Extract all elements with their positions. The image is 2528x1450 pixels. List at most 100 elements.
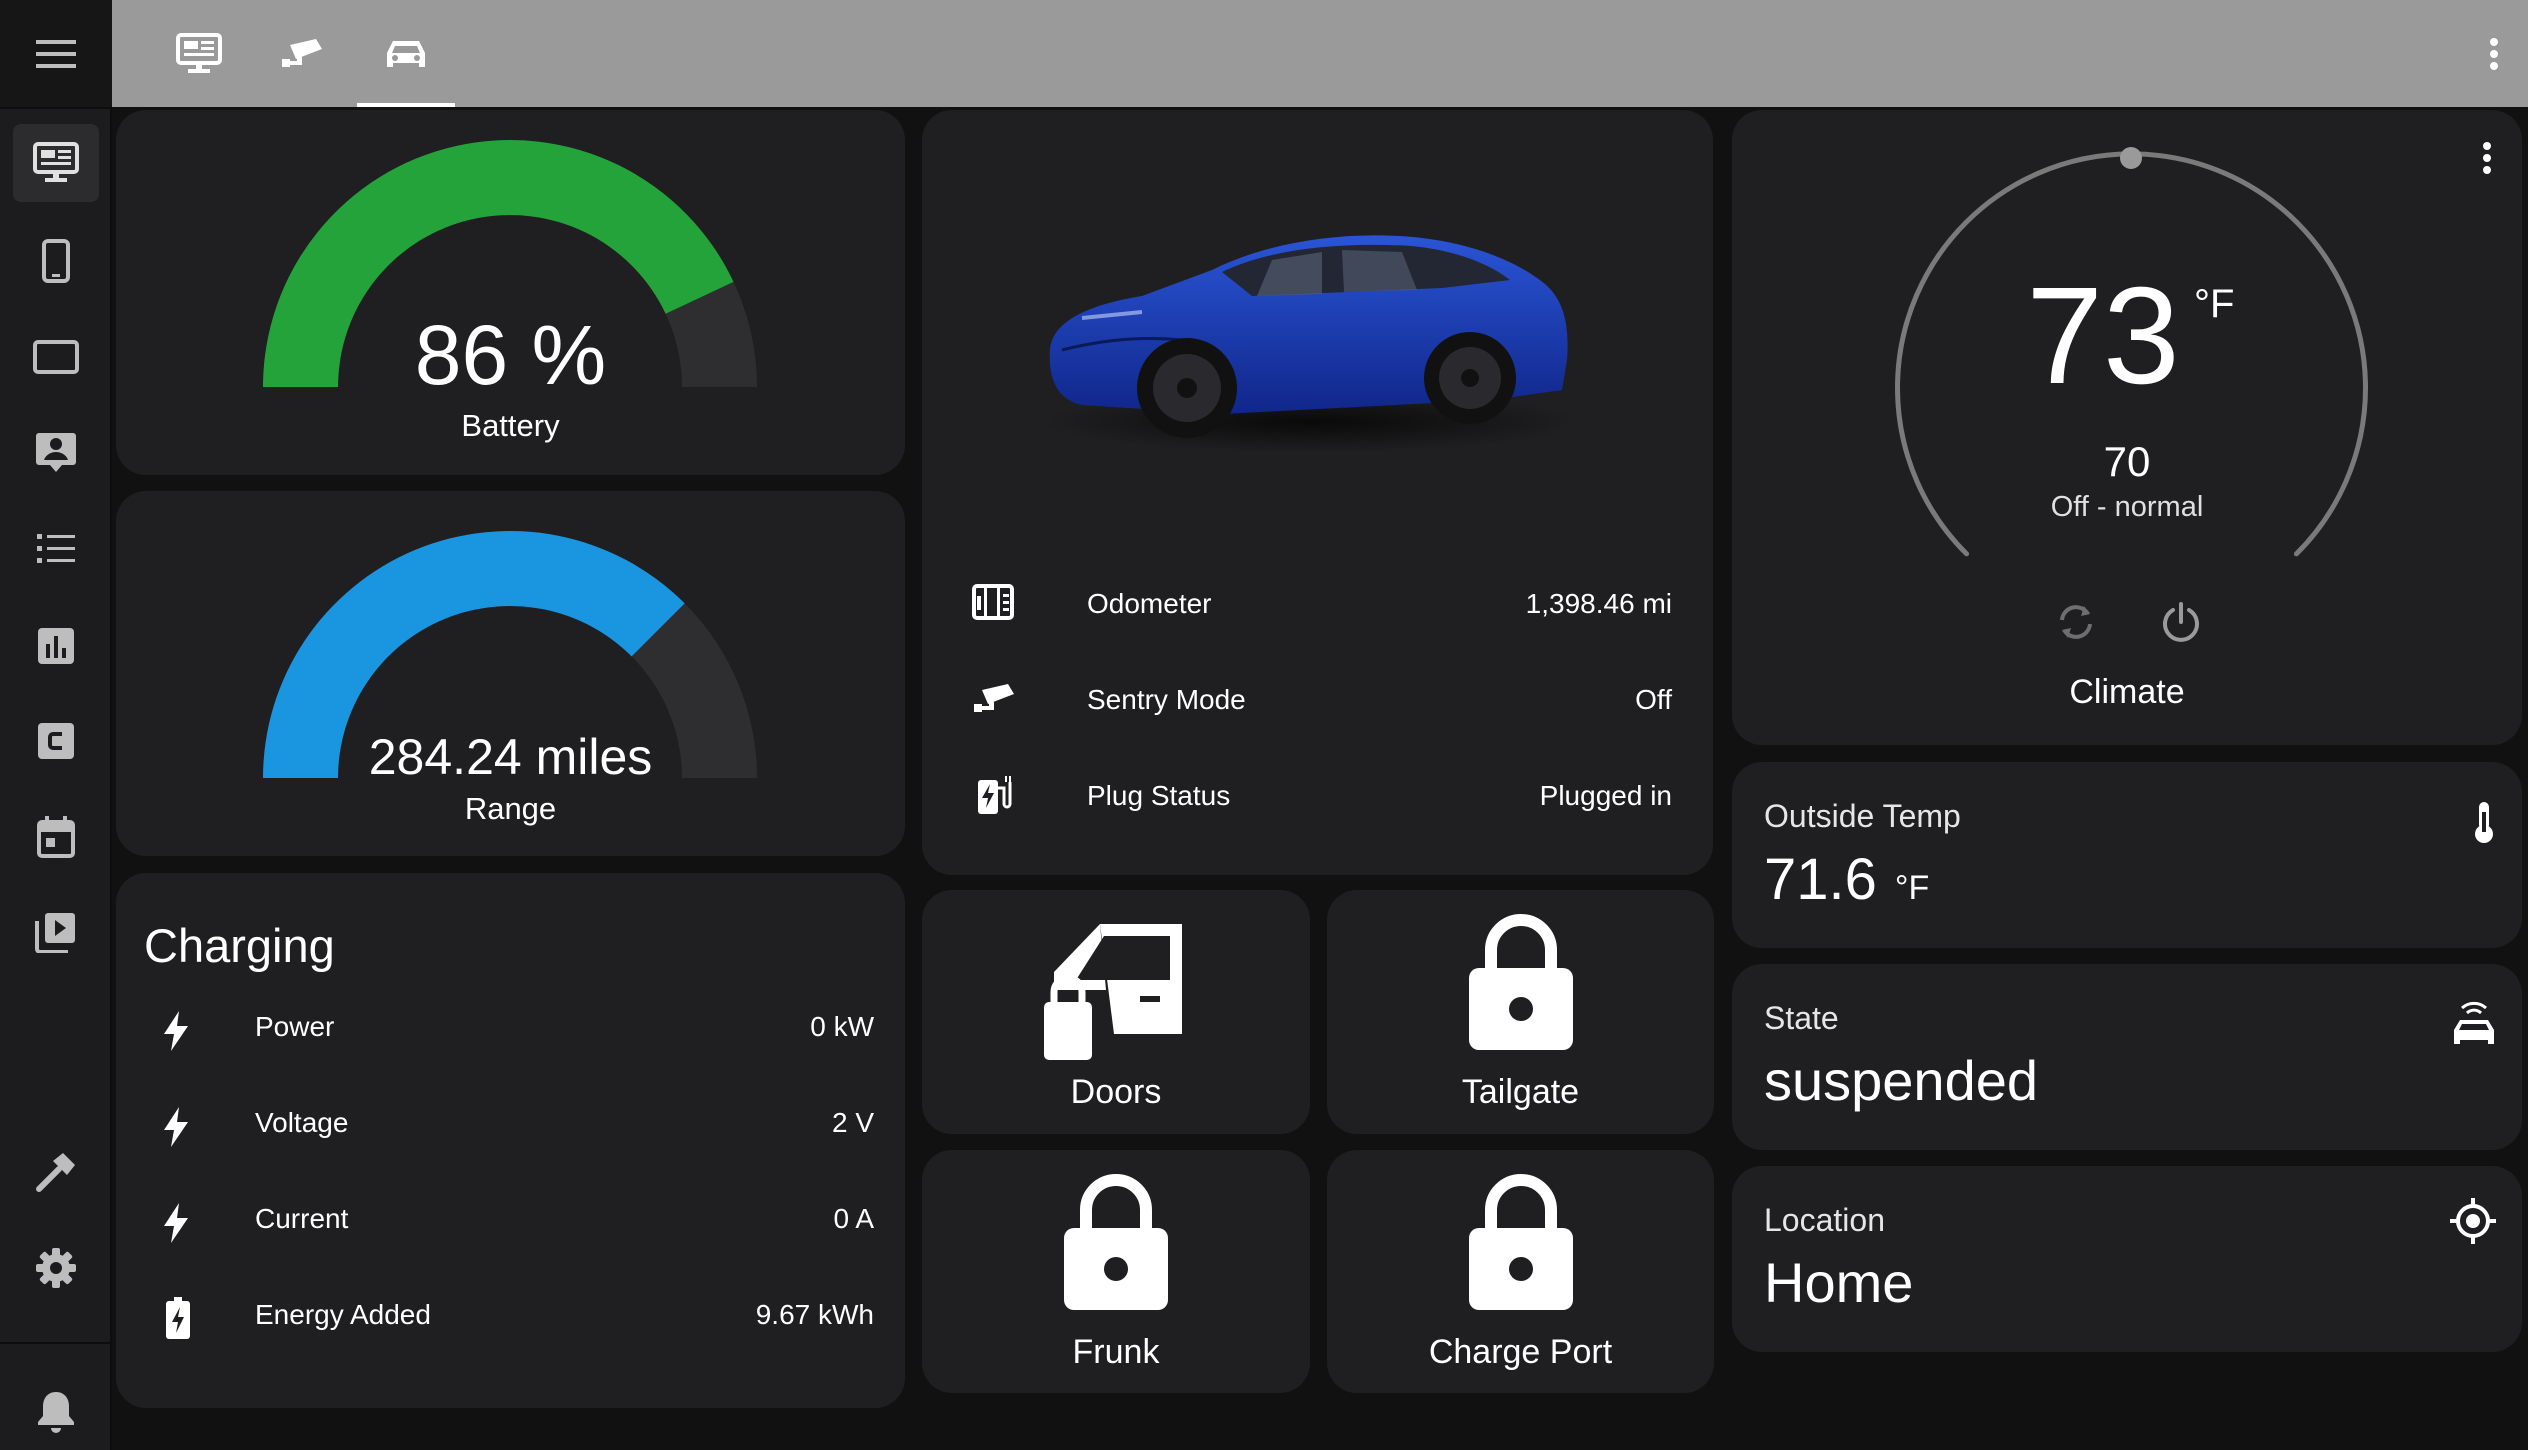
car-row-value: 1,398.46 mi [1525, 588, 1672, 619]
tile-label: Doors [1070, 1073, 1162, 1111]
charging-row-energy-added[interactable]: Energy Added 9.67 kWh [144, 1291, 874, 1341]
sidebar-divider [0, 107, 112, 109]
sensor-title: Location [1764, 1202, 1885, 1238]
range-label: Range [464, 791, 557, 826]
charging-row-label: Energy Added [255, 1299, 431, 1330]
climate-mode: Off - normal [2050, 491, 2204, 523]
charge-port-tile[interactable]: Charge Port [1327, 1150, 1714, 1393]
charging-row-value: 0 A [833, 1203, 874, 1234]
battery-gauge-card[interactable]: 86 % Battery [116, 110, 905, 475]
outside-temp-card[interactable]: Outside Temp 71.6 °F [1732, 762, 2522, 948]
play-box-multiple-icon [35, 913, 75, 953]
location-value: Home [1764, 1251, 1914, 1314]
bell-icon [38, 1392, 74, 1433]
dots-vertical-icon[interactable] [2472, 32, 2516, 76]
cog-icon [36, 1248, 76, 1288]
charging-row-current[interactable]: Current 0 A [144, 1195, 874, 1245]
monitor-dashboard-icon [176, 32, 222, 73]
charging-row-label: Power [255, 1011, 335, 1042]
outside-temp-value: 71.6 [1764, 847, 1877, 912]
sidebar-header [0, 0, 112, 107]
battery-charging-icon [166, 1297, 190, 1339]
sidebar-item-phone[interactable] [13, 222, 99, 300]
lock-icon [1469, 1174, 1573, 1310]
sidebar-item-list[interactable] [13, 510, 99, 588]
car-row-odometer[interactable]: Odometer 1,398.46 mi [972, 580, 1672, 630]
climate-name: Climate [2069, 673, 2185, 711]
charging-row-value: 9.67 kWh [755, 1299, 874, 1330]
state-card[interactable]: State suspended [1732, 964, 2522, 1150]
lock-icon [1469, 914, 1573, 1050]
car-row-value: Plugged in [1539, 780, 1672, 811]
car-row-label: Plug Status [1087, 780, 1231, 811]
car-icon [387, 40, 425, 67]
power-icon[interactable] [2159, 600, 2203, 644]
counter-icon [972, 584, 1014, 620]
charging-row-label: Voltage [255, 1107, 349, 1138]
tab-overview[interactable] [150, 0, 248, 107]
charging-row-label: Current [255, 1203, 349, 1234]
frunk-tile[interactable]: Frunk [922, 1150, 1310, 1393]
state-value: suspended [1764, 1049, 2039, 1112]
range-value: 284.24 miles [368, 729, 653, 785]
charging-title: Charging [144, 919, 335, 972]
flash-icon [162, 1107, 190, 1147]
climate-unit: °F [2194, 282, 2235, 326]
sidebar [0, 0, 112, 1450]
cctv-icon [972, 682, 1016, 716]
sidebar-item-media[interactable] [13, 893, 99, 971]
car-row-plug-status[interactable]: Plug Status Plugged in [972, 772, 1672, 822]
doors-tile[interactable]: Doors [922, 890, 1310, 1134]
car-door-lock-icon [1044, 924, 1182, 1060]
car-row-sentry-mode[interactable]: Sentry Mode Off [972, 676, 1672, 726]
charging-row-power[interactable]: Power 0 kW [144, 1003, 874, 1053]
top-app-bar [112, 0, 2528, 107]
account-box-icon [36, 433, 76, 472]
battery-label: Battery [461, 408, 560, 443]
location-card[interactable]: Location Home [1732, 1166, 2522, 1352]
sidebar-item-overview[interactable] [13, 124, 99, 202]
range-gauge-card[interactable]: 284.24 miles Range [116, 491, 905, 856]
flash-icon [162, 1203, 190, 1243]
car-row-label: Sentry Mode [1087, 684, 1246, 715]
ev-plug-icon [976, 774, 1012, 816]
flash-icon [162, 1011, 190, 1051]
calendar-icon [37, 816, 75, 858]
temperature-dial[interactable] [1732, 110, 2522, 745]
sidebar-item-developer-tools[interactable] [13, 1133, 99, 1211]
sensor-value: 71.6 °F [1764, 846, 1929, 913]
sidebar-item-notifications[interactable] [13, 1372, 99, 1450]
outside-temp-unit: °F [1894, 869, 1930, 907]
format-list-icon [37, 534, 75, 563]
charging-row-voltage[interactable]: Voltage 2 V [144, 1099, 874, 1149]
sidebar-item-account[interactable] [13, 413, 99, 491]
lock-icon [1064, 1174, 1168, 1310]
charging-card: Charging Power 0 kW Voltage 2 V Current … [116, 873, 905, 1408]
sidebar-item-charts[interactable] [13, 607, 99, 685]
sidebar-item-tablet[interactable] [13, 318, 99, 396]
sensor-title: State [1764, 1000, 1839, 1036]
tailgate-tile[interactable]: Tailgate [1327, 890, 1714, 1134]
sidebar-item-settings[interactable] [13, 1229, 99, 1307]
climate-target-temperature: 70 [2103, 438, 2151, 485]
tile-label: Frunk [1072, 1333, 1160, 1371]
autorenew-icon[interactable] [2054, 600, 2098, 644]
hammer-icon [36, 1153, 75, 1192]
tablet-icon [33, 340, 79, 374]
tab-car[interactable] [357, 0, 455, 107]
battery-value: 86 % [414, 308, 607, 402]
thermometer-icon [2472, 800, 2496, 849]
car-row-value: Off [1635, 684, 1672, 715]
tile-label: Charge Port [1428, 1333, 1613, 1371]
sidebar-item-c[interactable] [13, 702, 99, 780]
climate-current-temperature: 73 [2026, 259, 2180, 413]
chart-box-icon [38, 628, 74, 664]
tab-security[interactable] [253, 0, 351, 107]
dots-vertical-icon[interactable] [2472, 138, 2502, 178]
cctv-icon [282, 38, 322, 67]
sidebar-item-calendar[interactable] [13, 798, 99, 876]
car-image[interactable] [1022, 200, 1602, 470]
car-row-label: Odometer [1087, 588, 1212, 619]
hamburger-menu-icon[interactable] [36, 40, 76, 68]
charging-row-value: 2 V [831, 1107, 874, 1138]
